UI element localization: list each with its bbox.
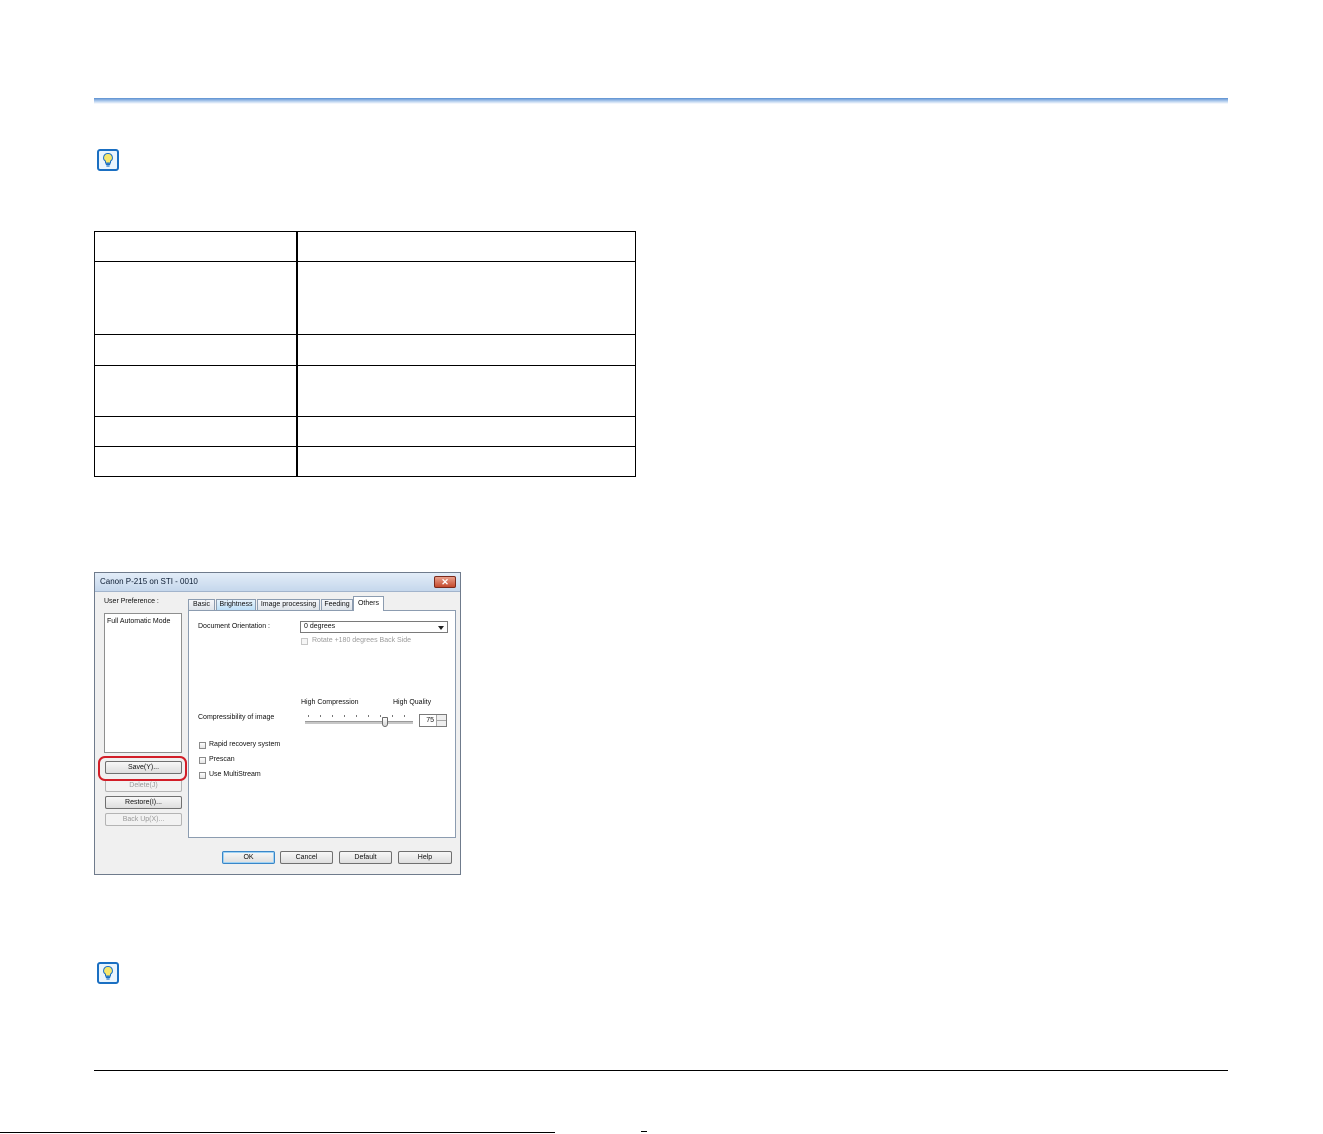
table-cell [94, 416, 298, 447]
table-cell [296, 231, 636, 262]
save-button-highlight [98, 756, 187, 781]
table-cell [94, 231, 298, 262]
scanner-settings-dialog: Canon P-215 on STI - 0010 ✕ User Prefere… [94, 572, 461, 875]
table-cell [94, 446, 298, 477]
tab-image-processing[interactable]: Image processing [257, 599, 320, 610]
lightbulb-icon [97, 149, 119, 171]
ok-button[interactable]: OK [222, 851, 275, 864]
settings-table [94, 231, 636, 477]
compressibility-label: Compressibility of image [198, 714, 275, 721]
table-row [94, 334, 636, 366]
table-cell [296, 365, 636, 417]
prescan-label: Prescan [209, 756, 235, 763]
slider-tick [356, 715, 357, 717]
lightbulb-icon-glyph [103, 152, 113, 167]
chevron-down-icon [438, 626, 444, 630]
compression-spinner[interactable]: 75 [419, 714, 447, 727]
tab-others[interactable]: Others [353, 596, 384, 611]
multistream-checkbox[interactable] [199, 772, 206, 779]
lightbulb-icon [97, 962, 119, 984]
table-cell [94, 365, 298, 417]
slider-tick [344, 715, 345, 717]
rapid-recovery-label: Rapid recovery system [209, 741, 281, 748]
slider-tick [308, 715, 309, 717]
restore-button[interactable]: Restore(I)... [105, 796, 182, 809]
list-item[interactable]: Full Automatic Mode [107, 618, 170, 625]
slider-tick [332, 715, 333, 717]
rapid-recovery-checkbox[interactable] [199, 742, 206, 749]
slider-tick [392, 715, 393, 717]
others-panel: Document Orientation : 0 degrees Rotate … [188, 610, 456, 838]
document-orientation-label: Document Orientation : [198, 623, 270, 630]
table-row [94, 365, 636, 417]
cancel-button[interactable]: Cancel [280, 851, 333, 864]
table-cell [296, 334, 636, 366]
spinner-down-icon[interactable] [436, 721, 446, 726]
close-button[interactable]: ✕ [434, 576, 456, 588]
user-preference-list[interactable]: Full Automatic Mode [104, 613, 182, 753]
dialog-title: Canon P-215 on STI - 0010 [100, 577, 198, 586]
slider-tick [368, 715, 369, 717]
bottom-divider [0, 1132, 555, 1133]
table-row [94, 416, 636, 447]
tab-brightness[interactable]: Brightness [216, 599, 256, 610]
close-icon: ✕ [441, 577, 449, 587]
table-row [94, 231, 636, 262]
table-cell [94, 261, 298, 335]
backup-button[interactable]: Back Up(X)... [105, 813, 182, 826]
bottom-mark [641, 1131, 647, 1132]
table-cell [296, 446, 636, 477]
dialog-titlebar: Canon P-215 on STI - 0010 ✕ [95, 573, 460, 592]
help-button[interactable]: Help [398, 851, 452, 864]
table-cell [296, 261, 636, 335]
tab-basic[interactable]: Basic [188, 599, 215, 610]
slider-tick [320, 715, 321, 717]
compression-value: 75 [426, 717, 434, 724]
slider-thumb[interactable] [382, 717, 388, 727]
rotate-back-label: Rotate +180 degrees Back Side [312, 637, 412, 644]
default-button[interactable]: Default [339, 851, 392, 864]
table-cell [296, 416, 636, 447]
header-rule [94, 98, 1228, 104]
slider-track [305, 721, 413, 725]
table-row [94, 446, 636, 477]
user-preference-label: User Preference : [104, 598, 159, 605]
table-row [94, 261, 636, 335]
high-compression-label: High Compression [301, 699, 359, 706]
rotate-back-checkbox[interactable] [301, 638, 308, 645]
slider-tick [380, 715, 381, 717]
table-cell [94, 334, 298, 366]
prescan-checkbox[interactable] [199, 757, 206, 764]
document-orientation-select[interactable]: 0 degrees [300, 621, 448, 633]
document-orientation-value: 0 degrees [304, 623, 336, 630]
tab-feeding[interactable]: Feeding [321, 599, 353, 610]
lightbulb-icon-glyph [103, 965, 113, 980]
slider-tick [404, 715, 405, 717]
high-quality-label: High Quality [393, 699, 432, 706]
multistream-label: Use MultiStream [209, 771, 261, 778]
footer-rule [94, 1070, 1228, 1071]
